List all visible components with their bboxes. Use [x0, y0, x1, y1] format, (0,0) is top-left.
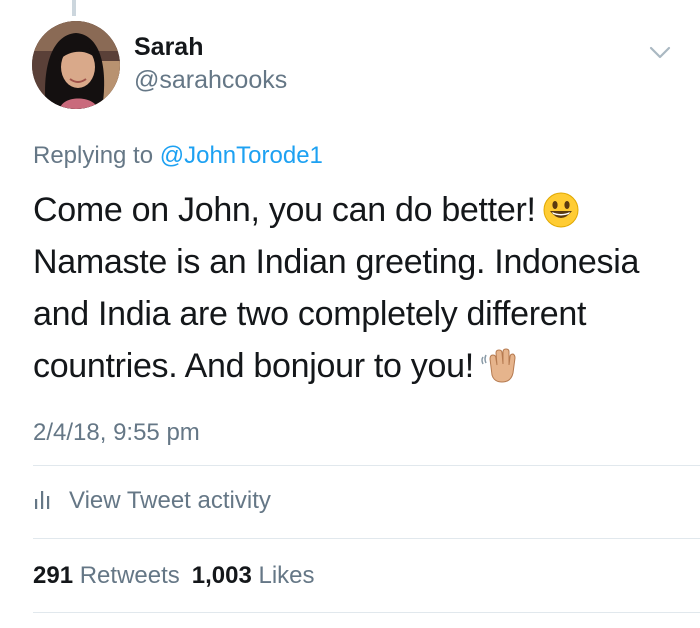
retweets-stat[interactable]: 291 Retweets: [33, 562, 180, 589]
replying-to-label: Replying to: [33, 142, 154, 169]
likes-count: 1,003: [191, 562, 252, 589]
divider: [33, 612, 700, 613]
waving-hand-icon: [480, 345, 520, 400]
mention-link[interactable]: @JohnTorode1: [160, 142, 323, 169]
divider: [33, 538, 700, 539]
avatar-photo: [32, 21, 120, 109]
replying-to: Replying to @JohnTorode1: [33, 140, 323, 172]
tweet-line: Namaste is an Indian greeting. Indonesia: [33, 243, 640, 281]
chevron-down-icon[interactable]: [646, 38, 674, 66]
author-display-name[interactable]: Sarah: [134, 30, 203, 64]
retweets-label: Retweets: [79, 562, 180, 589]
bar-chart-icon: [33, 488, 69, 515]
thread-connector-line: [72, 0, 76, 16]
tweet-text: Come on John, you can do better! Namaste…: [33, 184, 673, 392]
tweet-line: Come on John, you can do better!: [33, 184, 673, 236]
author-handle[interactable]: @sarahcooks: [134, 63, 287, 97]
avatar[interactable]: [32, 21, 120, 109]
tweet-line: countries. And bonjour to you!: [33, 340, 673, 392]
view-tweet-activity-label: View Tweet activity: [69, 487, 271, 514]
retweets-count: 291: [33, 562, 74, 589]
tweet-line-text: Come on John, you can do better!: [33, 191, 536, 229]
likes-label: Likes: [258, 562, 315, 589]
divider: [33, 465, 700, 466]
view-tweet-activity-button[interactable]: View Tweet activity: [33, 485, 271, 517]
tweet-stats: 291 Retweets 1,003 Likes: [33, 560, 315, 592]
tweet-timestamp: 2/4/18, 9:55 pm: [33, 419, 200, 446]
tweet-line: and India are two completely different: [33, 295, 587, 333]
likes-stat[interactable]: 1,003 Likes: [192, 562, 315, 589]
tweet-line-text: countries. And bonjour to you!: [33, 347, 474, 385]
